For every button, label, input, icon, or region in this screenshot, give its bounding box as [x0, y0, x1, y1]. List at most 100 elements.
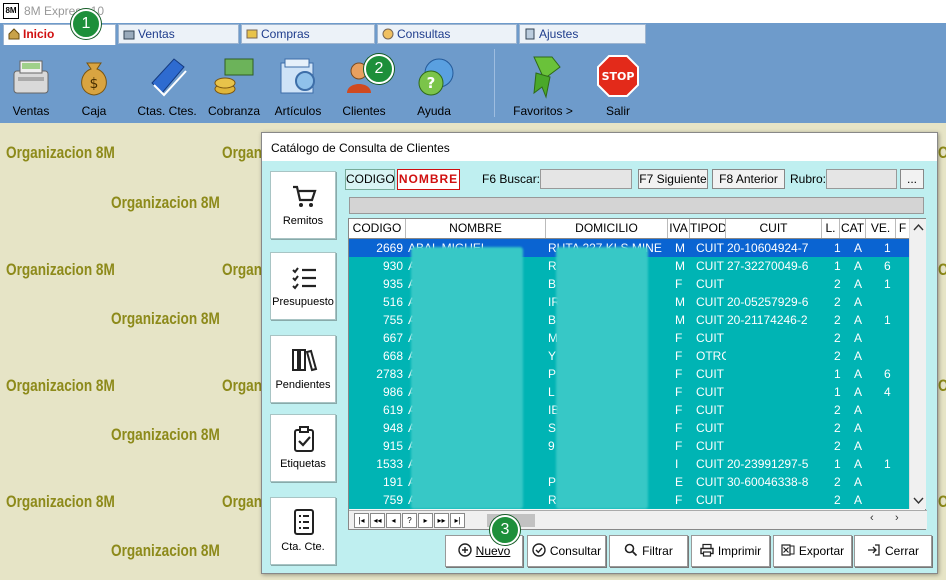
cash-register-icon: [8, 53, 54, 99]
next-button[interactable]: F7 Siguiente: [638, 169, 708, 189]
column-header[interactable]: CUIT: [726, 219, 822, 238]
imprimir-button[interactable]: Imprimir: [691, 535, 770, 567]
cell-ve: [884, 401, 896, 419]
nav-next-page-button[interactable]: ▸▸: [434, 513, 449, 528]
cell-codigo: 2783: [376, 367, 403, 381]
tab-ventas[interactable]: Ventas: [118, 24, 239, 44]
cell-cat: A: [854, 331, 863, 345]
tab-ajustes[interactable]: Ajustes: [519, 24, 646, 44]
rubro-input[interactable]: [826, 169, 897, 189]
toolbar-caja-button[interactable]: $ Caja: [66, 45, 122, 123]
toolbar-salir-button[interactable]: STOP Salir: [590, 45, 646, 123]
clients-grid: CODIGO NOMBRE DOMICILIO IVA TIPOD CUIT L…: [348, 218, 927, 530]
toolbar-cobranza-button[interactable]: Cobranza: [206, 45, 262, 123]
cell-l: 1: [834, 385, 841, 399]
watermark-text: Organizacion 8M: [938, 260, 946, 280]
etiquetas-button[interactable]: Etiquetas: [270, 414, 336, 482]
sort-tab-nombre[interactable]: NOMBRE: [397, 169, 460, 190]
svg-text:?: ?: [427, 74, 436, 92]
watermark-text: Organizacion 8M: [111, 309, 220, 328]
action-label: Exportar: [798, 544, 845, 558]
column-header[interactable]: L.: [822, 219, 840, 238]
action-label: Nuevo: [475, 544, 511, 558]
cell-iva: F: [675, 421, 683, 435]
excel-icon: [781, 538, 795, 556]
toolbar-ventas-button[interactable]: Ventas: [3, 45, 59, 123]
cell-codigo: 667: [382, 331, 403, 345]
cell-tipod: CUIT: [696, 421, 724, 435]
column-header[interactable]: TIPOD: [690, 219, 726, 238]
column-header[interactable]: CODIGO: [349, 219, 406, 238]
cell-cuit: [727, 419, 823, 437]
cell-tipod: CUIT: [696, 313, 724, 327]
tab-consultas[interactable]: Consultas: [377, 24, 517, 44]
filtrar-button[interactable]: Filtrar: [609, 535, 688, 567]
cell-codigo: 755: [382, 313, 403, 327]
scroll-right-icon[interactable]: ›: [895, 512, 899, 524]
app-logo-icon: 8M: [3, 3, 19, 19]
cell-tipod: CUIT: [696, 295, 724, 309]
column-header[interactable]: NOMBRE: [406, 219, 546, 238]
cell-cuit: [727, 401, 823, 419]
toolbar-articulos-button[interactable]: Artículos: [270, 45, 326, 123]
step-badge-1: 1: [71, 9, 101, 39]
cell-codigo: 930: [382, 259, 403, 273]
sidebar-label: Pendientes: [275, 379, 331, 391]
cell-codigo: 191: [382, 475, 403, 489]
cell-codigo: 986: [382, 385, 403, 399]
column-header[interactable]: F: [896, 219, 909, 238]
remitos-button[interactable]: Remitos: [270, 171, 336, 239]
cell-cat: A: [854, 385, 863, 399]
cell-cat: A: [854, 295, 863, 309]
cerrar-button[interactable]: Cerrar: [854, 535, 932, 567]
column-header[interactable]: DOMICILIO: [546, 219, 668, 238]
plus-circle-icon: [457, 538, 472, 557]
document-list-icon: [290, 508, 318, 536]
nav-last-button[interactable]: ▸|: [450, 513, 465, 528]
tab-compras[interactable]: Compras: [241, 24, 375, 44]
sidebar-label: Presupuesto: [272, 296, 334, 308]
cta-cte-button[interactable]: Cta. Cte.: [270, 497, 336, 565]
toolbar-ctas-ctes-button[interactable]: Ctas. Ctes.: [134, 45, 200, 123]
exportar-button[interactable]: Exportar: [773, 535, 852, 567]
search-input[interactable]: [540, 169, 632, 189]
toolbar-separator: [494, 49, 495, 117]
column-header[interactable]: IVA: [668, 219, 690, 238]
cart-icon: [246, 27, 258, 39]
nav-help-button[interactable]: ?: [402, 513, 417, 528]
cell-ve: 1: [884, 313, 891, 327]
previous-button[interactable]: F8 Anterior: [712, 169, 785, 189]
sort-tab-label: NOMBRE: [398, 172, 459, 186]
pendientes-button[interactable]: Pendientes: [270, 335, 336, 403]
nav-prior-page-button[interactable]: ◂◂: [370, 513, 385, 528]
cell-l: 2: [834, 475, 841, 489]
register-icon: [123, 27, 135, 40]
cell-cuit: 27-32270049-6: [727, 259, 809, 273]
nav-first-button[interactable]: |◂: [354, 513, 369, 528]
rubro-browse-button[interactable]: ...: [900, 169, 924, 189]
cell-tipod: CUIT: [696, 385, 724, 399]
cash-stack-icon: [211, 53, 257, 99]
column-header[interactable]: VE.: [866, 219, 896, 238]
watermark-text: Organizacion 8M: [111, 541, 220, 560]
step-badge-2: 2: [364, 54, 394, 84]
presupuesto-button[interactable]: Presupuesto: [270, 252, 336, 320]
column-header[interactable]: CAT: [840, 219, 866, 238]
watermark-text: Organizacion 8M: [938, 492, 946, 512]
sort-tab-codigo[interactable]: CODIGO: [345, 169, 395, 190]
vertical-scrollbar[interactable]: [909, 219, 926, 509]
cell-cuit: [727, 365, 823, 383]
toolbar-favoritos-button[interactable]: Favoritos >: [505, 45, 581, 123]
consultar-button[interactable]: Consultar: [527, 535, 606, 567]
cell-cuit: 20-21174246-2: [727, 313, 808, 327]
cell-cuit: [727, 437, 823, 455]
cell-ve: [884, 347, 896, 365]
cell-ve: [884, 473, 896, 491]
nav-prior-button[interactable]: ◂: [386, 513, 401, 528]
nav-next-button[interactable]: ▸: [418, 513, 433, 528]
main-toolbar: Ventas $ Caja Ctas. Ctes. Cobranza Artíc…: [0, 45, 946, 123]
cell-iva: F: [675, 277, 683, 291]
cell-iva: M: [675, 295, 685, 309]
toolbar-ayuda-button[interactable]: ? Ayuda: [406, 45, 462, 123]
scroll-left-icon[interactable]: ‹: [870, 512, 874, 524]
